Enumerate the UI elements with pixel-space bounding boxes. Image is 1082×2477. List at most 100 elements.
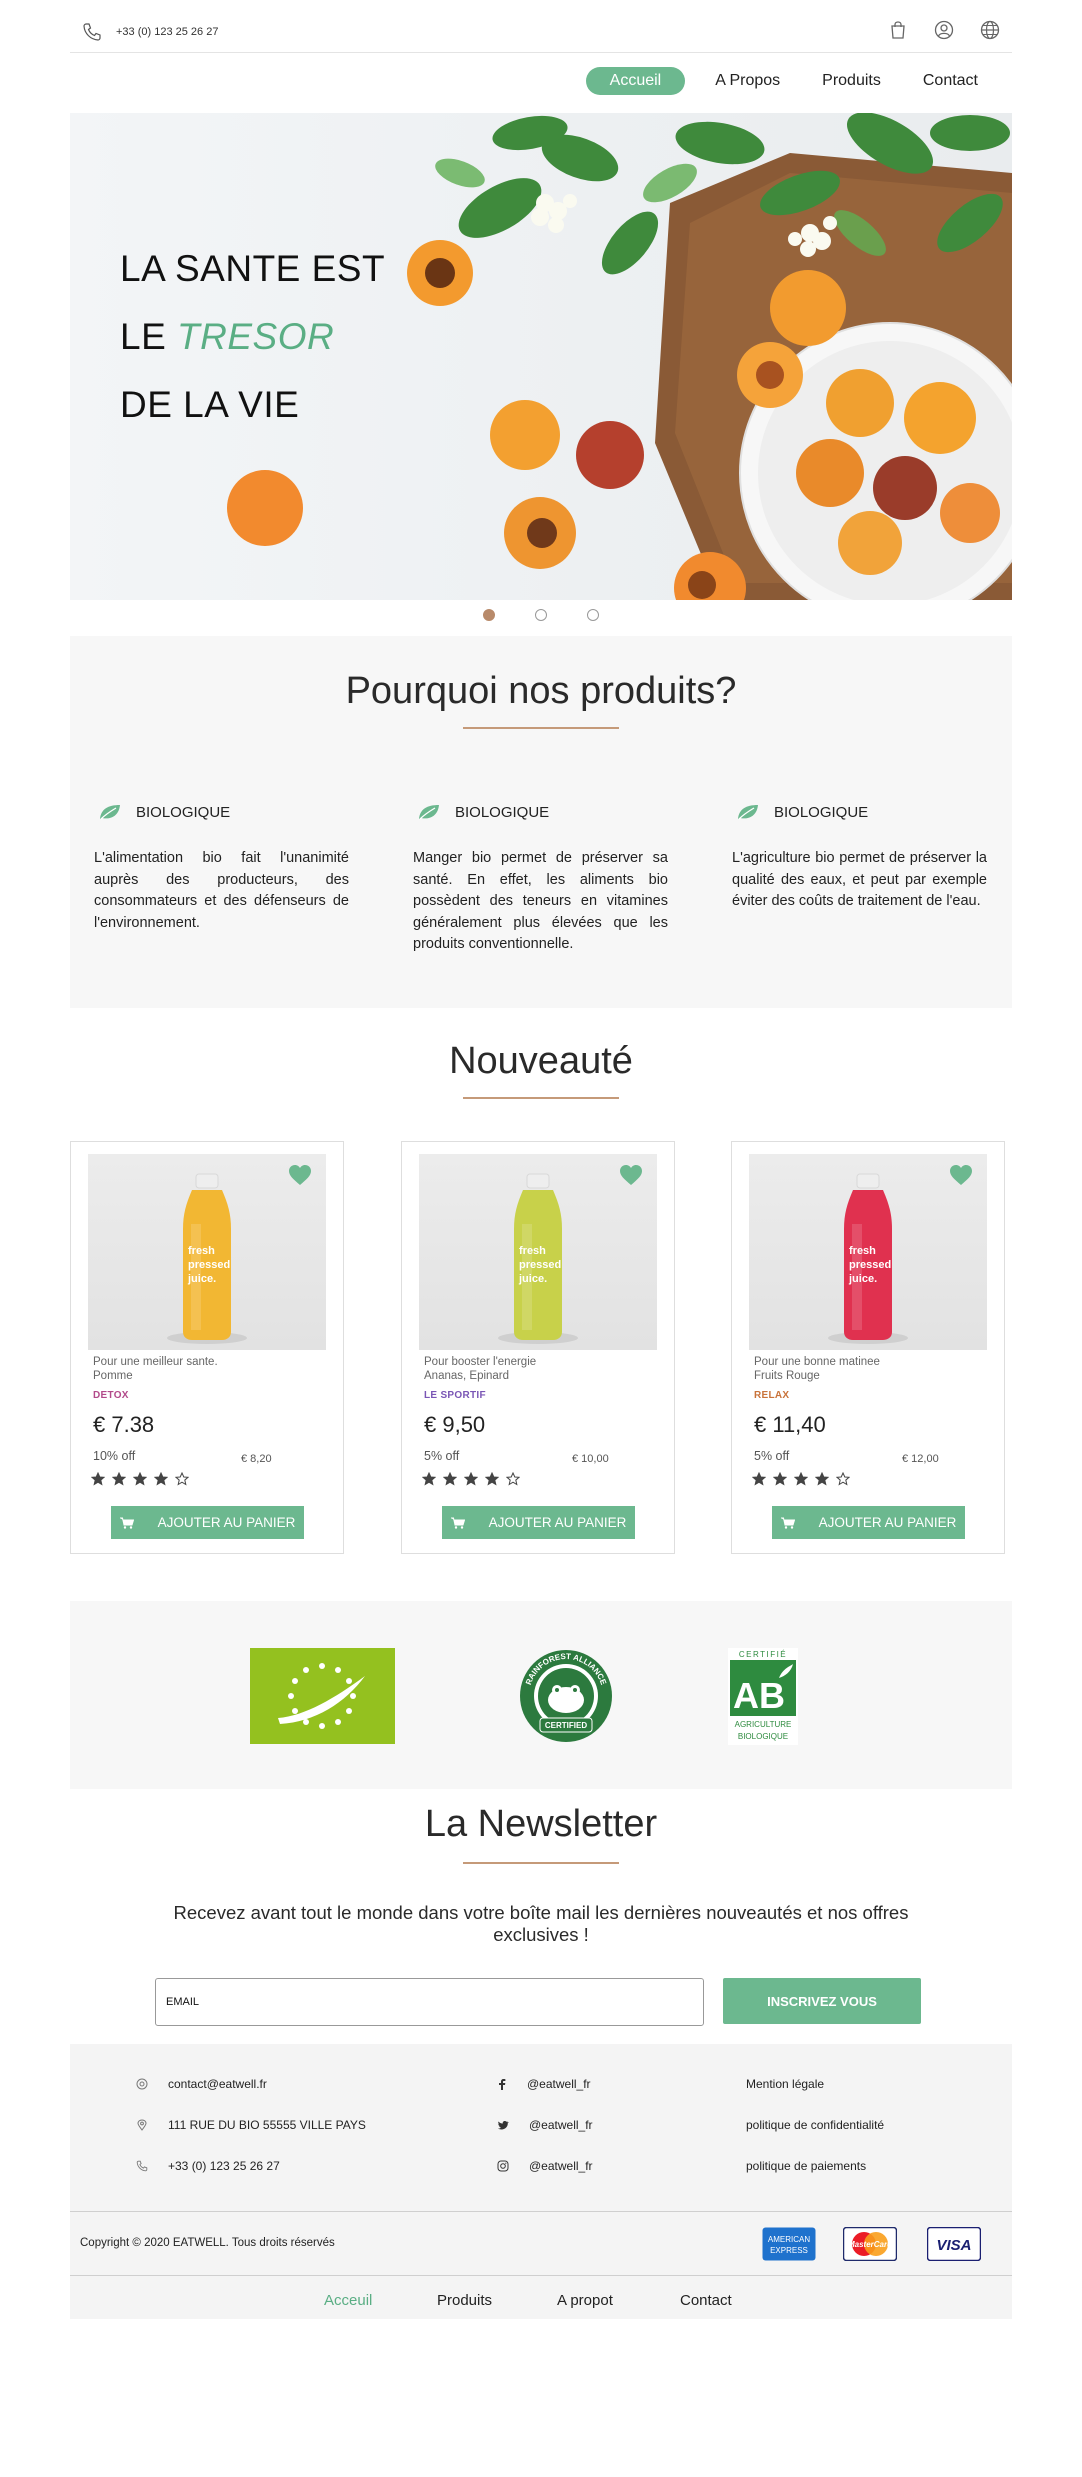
star-filled-icon xyxy=(112,1472,126,1486)
footer-legal-link[interactable]: Mention légale xyxy=(746,2077,824,2091)
nav-accueil[interactable]: Accueil xyxy=(585,67,686,95)
footer-contact-address: 111 RUE DU BIO 55555 VILLE PAYS xyxy=(136,2118,366,2132)
why-title: Pourquoi nos produits? xyxy=(345,670,737,712)
user-icon[interactable] xyxy=(934,20,954,40)
footer-nav-produits[interactable]: Produits xyxy=(437,2292,492,2309)
eu-organic-logo xyxy=(250,1648,395,1744)
star-filled-icon xyxy=(815,1472,829,1486)
product-discount: 10% off xyxy=(93,1449,136,1463)
add-to-cart-button[interactable]: AJOUTER AU PANIER xyxy=(111,1506,304,1539)
email-input[interactable] xyxy=(155,1978,704,2026)
bottle-label-3: juice. xyxy=(518,1273,547,1285)
product-discount: 5% off xyxy=(754,1449,790,1463)
instagram-icon xyxy=(497,2160,509,2172)
footer-divider xyxy=(70,2211,1012,2212)
product-tag: DETOX xyxy=(93,1390,129,1401)
product-description: Pour booster l'energie Ananas, Epinard xyxy=(424,1355,654,1383)
pin-icon xyxy=(137,2119,147,2131)
rainforest-alliance-logo: CERTIFIED RAINFOREST ALLIANCE xyxy=(520,1650,612,1742)
main-nav: Accueil A Propos Produits Contact xyxy=(70,62,1012,100)
hero-banner: LA SANTE EST LE TRESOR DE LA VIE xyxy=(70,113,1012,600)
feature-card: BIOLOGIQUE L'alimentation bio fait l'una… xyxy=(94,803,349,934)
rainforest-certified-text: CERTIFIED xyxy=(545,1721,587,1730)
facebook-icon xyxy=(499,2079,506,2090)
product-description: Pour une bonne matinee Fruits Rouge xyxy=(754,1355,984,1383)
product-card[interactable]: fresh pressed juice. Pour une meilleur sant… xyxy=(70,1141,344,1554)
header-phone-text: +33 (0) 123 25 26 27 xyxy=(116,26,219,38)
product-flavor: Pomme xyxy=(93,1370,133,1382)
product-image[interactable]: fresh pressed juice. xyxy=(749,1154,987,1350)
header-phone: +33 (0) 123 25 26 27 xyxy=(82,22,218,42)
why-section: Pourquoi nos produits? BIOLOGIQUE L'alim… xyxy=(70,636,1012,1008)
footer-nav-a-propos[interactable]: A propot xyxy=(557,2292,613,2309)
star-filled-icon xyxy=(154,1472,168,1486)
carousel-dot-1[interactable] xyxy=(483,609,495,621)
visa-icon: VISA xyxy=(927,2227,981,2261)
heart-icon[interactable] xyxy=(619,1164,643,1186)
product-old-price: € 10,00 xyxy=(572,1453,609,1465)
star-filled-icon xyxy=(91,1472,105,1486)
bag-icon[interactable] xyxy=(888,20,908,40)
feature-title: BIOLOGIQUE xyxy=(774,803,869,821)
subscribe-button[interactable]: INSCRIVEZ VOUS xyxy=(723,1978,921,2024)
feature-title: BIOLOGIQUE xyxy=(136,803,231,821)
leaf-icon xyxy=(419,805,439,820)
footer: contact@eatwell.fr 111 RUE DU BIO 55555 … xyxy=(70,2044,1012,2319)
star-filled-icon xyxy=(422,1472,436,1486)
footer-social-twitter-text: @eatwell_fr xyxy=(529,2118,593,2132)
ab-logo-text: AB xyxy=(733,1675,785,1716)
carousel-dot-2[interactable] xyxy=(535,609,547,621)
feature-text: L'alimentation bio fait l'unanimité aupr… xyxy=(94,850,349,931)
add-to-cart-label: AJOUTER AU PANIER xyxy=(818,1515,957,1530)
hero-line-1: LA SANTE EST xyxy=(120,248,386,289)
feature-text: L'agriculture bio permet de préserver la… xyxy=(732,850,987,909)
nav-produits[interactable]: Produits xyxy=(810,67,893,95)
products-title: Nouveauté xyxy=(449,1040,633,1082)
add-to-cart-button[interactable]: AJOUTER AU PANIER xyxy=(442,1506,635,1539)
footer-contact-phone-text: +33 (0) 123 25 26 27 xyxy=(168,2159,280,2173)
product-tag: RELAX xyxy=(754,1390,790,1401)
bottle-label-1: fresh xyxy=(519,1245,546,1257)
footer-nav-accueil[interactable]: Acceuil xyxy=(324,2292,372,2309)
product-rating xyxy=(752,1472,850,1486)
product-card[interactable]: fresh pressed juice. Pour une bonne matinee… xyxy=(731,1141,1005,1554)
star-filled-icon xyxy=(794,1472,808,1486)
footer-social-facebook[interactable]: @eatwell_fr xyxy=(497,2077,591,2091)
globe-icon[interactable] xyxy=(980,20,1000,40)
newsletter-title: La Newsletter xyxy=(424,1803,658,1845)
footer-legal-link[interactable]: politique de paiements xyxy=(746,2159,866,2173)
newsletter-subtitle: Recevez avant tout le monde dans votre b… xyxy=(0,1902,1082,1946)
star-filled-icon xyxy=(443,1472,457,1486)
carousel-dot-3[interactable] xyxy=(587,609,599,621)
heart-icon[interactable] xyxy=(288,1164,312,1186)
footer-legal-link[interactable]: politique de confidentialité xyxy=(746,2118,884,2132)
amex-text-1: AMERICAN xyxy=(768,2235,810,2244)
mastercard-icon: MasterCard xyxy=(843,2227,897,2261)
product-image[interactable]: fresh pressed juice. xyxy=(88,1154,326,1350)
nav-a-propos[interactable]: A Propos xyxy=(703,67,792,95)
add-to-cart-button[interactable]: AJOUTER AU PANIER xyxy=(772,1506,965,1539)
product-old-price: € 12,00 xyxy=(902,1453,939,1465)
product-card[interactable]: fresh pressed juice. Pour booster l'energie… xyxy=(401,1141,675,1554)
star-empty-icon xyxy=(836,1472,850,1486)
cart-icon xyxy=(119,1517,134,1529)
heart-icon[interactable] xyxy=(949,1164,973,1186)
product-flavor: Ananas, Epinard xyxy=(424,1370,510,1382)
why-title-underline xyxy=(463,727,619,729)
star-filled-icon xyxy=(485,1472,499,1486)
product-price: € 11,40 xyxy=(754,1412,826,1437)
star-empty-icon xyxy=(506,1472,520,1486)
mastercard-text: MasterCard xyxy=(848,2240,893,2249)
footer-contact-email-text[interactable]: contact@eatwell.fr xyxy=(168,2077,267,2091)
products-title-underline xyxy=(463,1097,619,1099)
product-image[interactable]: fresh pressed juice. xyxy=(419,1154,657,1350)
feature-text: Manger bio permet de préserver sa santé.… xyxy=(413,850,668,952)
footer-social-twitter[interactable]: @eatwell_fr xyxy=(497,2118,593,2132)
nav-contact[interactable]: Contact xyxy=(911,67,990,95)
top-bar: +33 (0) 123 25 26 27 xyxy=(70,0,1012,53)
newsletter-title-underline xyxy=(463,1862,619,1864)
hero-line-2-prefix: LE xyxy=(120,316,167,357)
footer-social-instagram[interactable]: @eatwell_fr xyxy=(497,2159,593,2173)
footer-nav-contact[interactable]: Contact xyxy=(680,2292,732,2309)
bottle-label-2: pressed xyxy=(188,1259,230,1271)
